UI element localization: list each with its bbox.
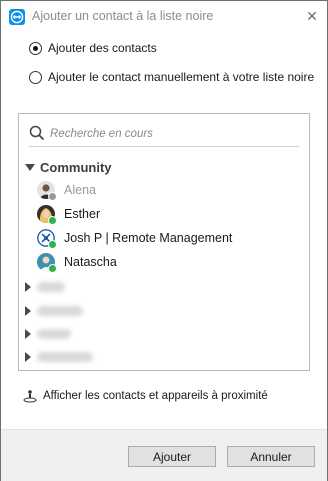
contact-name: Josh P | Remote Management	[64, 231, 233, 245]
dialog-window: Ajouter un contact à la liste noire ✕ Aj…	[0, 0, 328, 481]
expand-arrow-icon[interactable]	[25, 329, 31, 339]
contact-item[interactable]: Esther	[37, 203, 100, 225]
blurred-group-label	[37, 282, 65, 292]
nearby-icon	[23, 390, 37, 403]
contact-item[interactable]: Natascha	[37, 251, 117, 273]
expand-arrow-icon[interactable]	[25, 282, 31, 292]
avatar	[37, 181, 57, 201]
search-input[interactable]	[50, 126, 290, 142]
collapsed-group[interactable]	[25, 349, 93, 365]
avatar	[37, 205, 57, 225]
window-title: Ajouter un contact à la liste noire	[32, 9, 214, 23]
contact-item[interactable]: Josh P | Remote Management	[37, 227, 232, 249]
contact-name: Natascha	[64, 255, 117, 269]
status-online-icon	[48, 264, 57, 273]
close-icon: ✕	[306, 7, 318, 24]
title-bar: Ajouter un contact à la liste noire ✕	[1, 1, 327, 31]
show-nearby-link[interactable]: Afficher les contacts et appareils à pro…	[23, 389, 268, 403]
blurred-group-label	[37, 352, 93, 362]
avatar	[37, 229, 57, 249]
expand-arrow-icon[interactable]	[25, 164, 35, 171]
status-online-icon	[48, 240, 57, 249]
cancel-button[interactable]: Annuler	[227, 446, 315, 467]
collapsed-group[interactable]	[25, 279, 65, 295]
radio-add-manual-label: Ajouter le contact manuellement à votre …	[48, 70, 315, 84]
show-nearby-label: Afficher les contacts et appareils à pro…	[43, 390, 268, 402]
contact-name: Alena	[64, 183, 96, 197]
contact-name: Esther	[64, 207, 101, 221]
close-button[interactable]: ✕	[297, 1, 327, 31]
add-button[interactable]: Ajouter	[128, 446, 216, 467]
group-name: Community	[40, 160, 112, 175]
contacts-panel: Community Alena	[18, 113, 310, 371]
radio-add-contacts[interactable]: Ajouter des contacts	[29, 41, 157, 55]
radio-indicator-selected[interactable]	[29, 41, 42, 55]
status-online-icon	[48, 216, 57, 225]
expand-arrow-icon[interactable]	[25, 352, 31, 362]
group-header-community[interactable]: Community	[25, 160, 112, 175]
radio-indicator[interactable]	[29, 70, 42, 84]
search-bar	[29, 124, 299, 147]
contact-item[interactable]: Alena	[37, 179, 96, 201]
dialog-footer: Ajouter Annuler	[1, 429, 327, 481]
teamviewer-logo-icon	[9, 9, 25, 25]
radio-add-manual[interactable]: Ajouter le contact manuellement à votre …	[29, 70, 314, 84]
collapsed-group[interactable]	[25, 303, 83, 319]
status-offline-icon	[48, 192, 57, 201]
avatar	[37, 253, 57, 273]
search-icon	[29, 125, 45, 141]
radio-add-contacts-label: Ajouter des contacts	[48, 41, 157, 55]
blurred-group-label	[37, 329, 71, 339]
expand-arrow-icon[interactable]	[25, 306, 31, 316]
blurred-group-label	[37, 306, 83, 316]
collapsed-group[interactable]	[25, 326, 71, 342]
